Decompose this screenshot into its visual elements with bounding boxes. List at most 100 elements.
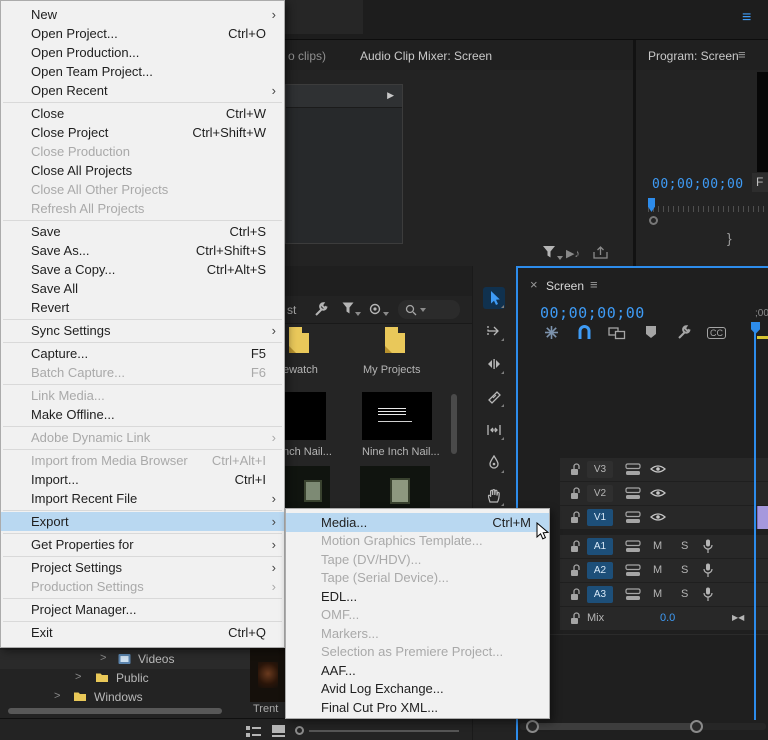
hscroll-right-handle[interactable]	[690, 720, 703, 733]
menu-item[interactable]: Close Project Ctrl+Shift+W	[1, 123, 284, 142]
track-visibility-eye-icon[interactable]	[650, 512, 666, 522]
tab-audio-clip-mixer[interactable]: Audio Clip Mixer: Screen	[360, 49, 492, 63]
zoom-slider-handle[interactable]	[295, 726, 304, 735]
tree-chevron-icon[interactable]: >	[100, 652, 106, 664]
selection-tool[interactable]	[483, 287, 505, 309]
program-timecode[interactable]: 00;00;00;00	[652, 177, 744, 192]
menu-item[interactable]: Open Team Project...	[1, 62, 284, 81]
brace-icon[interactable]: }	[727, 230, 732, 246]
menu-item[interactable]: Project Settings ›	[1, 558, 284, 577]
menu-item[interactable]: Open Production...	[1, 43, 284, 62]
menu-item[interactable]	[3, 319, 282, 320]
bin-folder-icon[interactable]	[383, 326, 407, 354]
menu-item[interactable]: Capture... F5	[1, 344, 284, 363]
ripple-edit-tool[interactable]	[483, 353, 505, 375]
timeline-panel-menu-icon[interactable]: ≡	[590, 277, 598, 292]
track-label[interactable]: V1	[587, 509, 613, 526]
lock-icon[interactable]	[570, 612, 581, 625]
submenu-item[interactable]: AAF...	[286, 661, 549, 680]
submenu-item[interactable]: Final Cut Pro XML...	[286, 698, 549, 717]
lock-icon[interactable]	[570, 564, 581, 577]
menu-item[interactable]: Close All Projects	[1, 161, 284, 180]
timeline-playhead-line[interactable]	[754, 322, 756, 720]
solo-button[interactable]: S	[681, 564, 688, 576]
menu-item[interactable]: Open Project... Ctrl+O	[1, 24, 284, 43]
track-label[interactable]: A1	[587, 538, 613, 555]
wrench-icon[interactable]	[313, 302, 328, 317]
program-panel-menu-icon[interactable]: ≡	[738, 47, 746, 62]
menu-item[interactable]: Make Offline...	[1, 405, 284, 424]
lock-icon[interactable]	[570, 511, 581, 524]
menu-item[interactable]: Import Recent File ›	[1, 489, 284, 508]
submenu-item[interactable]: OMF...	[286, 606, 549, 625]
submenu-item[interactable]: Tape (Serial Device)...	[286, 569, 549, 588]
menu-item[interactable]	[3, 556, 282, 557]
vertical-scrollbar[interactable]	[451, 394, 457, 454]
menu-item[interactable]: Save Ctrl+S	[1, 222, 284, 241]
video-clip[interactable]	[757, 506, 768, 529]
track-label[interactable]: A2	[587, 562, 613, 579]
track-label[interactable]: V3	[587, 461, 613, 478]
play-audio-icon[interactable]: ▶♪	[566, 247, 580, 260]
clip-label[interactable]: nch Nail...	[283, 446, 332, 458]
menu-item[interactable]: Import... Ctrl+I	[1, 470, 284, 489]
filter-funnel-icon[interactable]	[342, 302, 354, 315]
menu-item[interactable]: Save All	[1, 279, 284, 298]
menu-item[interactable]: Adobe Dynamic Link ›	[1, 428, 284, 447]
menu-item[interactable]: Save As... Ctrl+Shift+S	[1, 241, 284, 260]
nest-sequence-icon[interactable]	[544, 325, 559, 340]
menu-item[interactable]	[3, 384, 282, 385]
play-icon[interactable]: ▶	[387, 90, 394, 101]
voiceover-mic-icon[interactable]	[703, 539, 713, 554]
lock-icon[interactable]	[570, 487, 581, 500]
menu-item[interactable]: Sync Settings ›	[1, 321, 284, 340]
mute-button[interactable]: M	[653, 588, 662, 600]
tree-chevron-icon[interactable]: >	[54, 690, 60, 702]
menu-item[interactable]	[3, 426, 282, 427]
bin-folder-icon[interactable]	[287, 326, 311, 354]
bin-label[interactable]: My Projects	[363, 364, 420, 376]
source-patch-icon[interactable]	[625, 463, 641, 476]
menu-item[interactable]	[3, 342, 282, 343]
horizontal-scrollbar[interactable]	[8, 708, 222, 714]
menu-item[interactable]: Get Properties for ›	[1, 535, 284, 554]
menu-item[interactable]: Save a Copy... Ctrl+Alt+S	[1, 260, 284, 279]
timeline-settings-wrench-icon[interactable]	[676, 325, 691, 340]
linked-selection-icon[interactable]	[608, 327, 626, 340]
captions-cc-icon[interactable]: CC	[707, 327, 726, 339]
source-patch-icon[interactable]	[625, 588, 641, 601]
slip-tool[interactable]	[483, 419, 505, 441]
submenu-item[interactable]: Markers...	[286, 624, 549, 643]
timeline-timecode[interactable]: 00;00;00;00	[540, 304, 645, 322]
tab-program-screen[interactable]: Program: Screen	[648, 49, 739, 63]
mix-volume-value[interactable]: 0.0	[660, 612, 675, 624]
menu-item[interactable]	[3, 510, 282, 511]
menu-item[interactable]	[3, 449, 282, 450]
add-marker-icon[interactable]	[645, 325, 657, 339]
menu-item[interactable]	[3, 102, 282, 103]
menu-item[interactable]	[3, 598, 282, 599]
lock-icon[interactable]	[570, 588, 581, 601]
menu-item[interactable]: Import from Media Browser Ctrl+Alt+I	[1, 451, 284, 470]
track-visibility-eye-icon[interactable]	[650, 464, 666, 474]
menu-item[interactable]: Production Settings ›	[1, 577, 284, 596]
list-view-icon[interactable]	[246, 726, 261, 737]
submenu-item[interactable]: EDL...	[286, 587, 549, 606]
workspace-menu-icon[interactable]: ≡	[742, 9, 751, 27]
source-patch-icon[interactable]	[625, 511, 641, 524]
filter-funnel-icon[interactable]	[542, 245, 556, 259]
solo-button[interactable]: S	[681, 540, 688, 552]
mute-button[interactable]: M	[653, 564, 662, 576]
mute-button[interactable]: M	[653, 540, 662, 552]
source-patch-icon[interactable]	[625, 564, 641, 577]
export-frame-icon[interactable]	[593, 246, 608, 259]
close-icon[interactable]: ×	[530, 277, 538, 292]
submenu-item[interactable]: Tape (DV/HDV)...	[286, 550, 549, 569]
timeline-hscroll-thumb[interactable]	[532, 723, 694, 730]
track-select-forward-tool[interactable]	[483, 320, 505, 342]
program-ruler[interactable]	[648, 206, 768, 212]
submenu-item[interactable]: Avid Log Exchange...	[286, 680, 549, 699]
clip-label[interactable]: Nine Inch Nail...	[362, 446, 440, 458]
program-scrubber-handle[interactable]	[649, 216, 658, 225]
search-input[interactable]	[398, 300, 460, 319]
